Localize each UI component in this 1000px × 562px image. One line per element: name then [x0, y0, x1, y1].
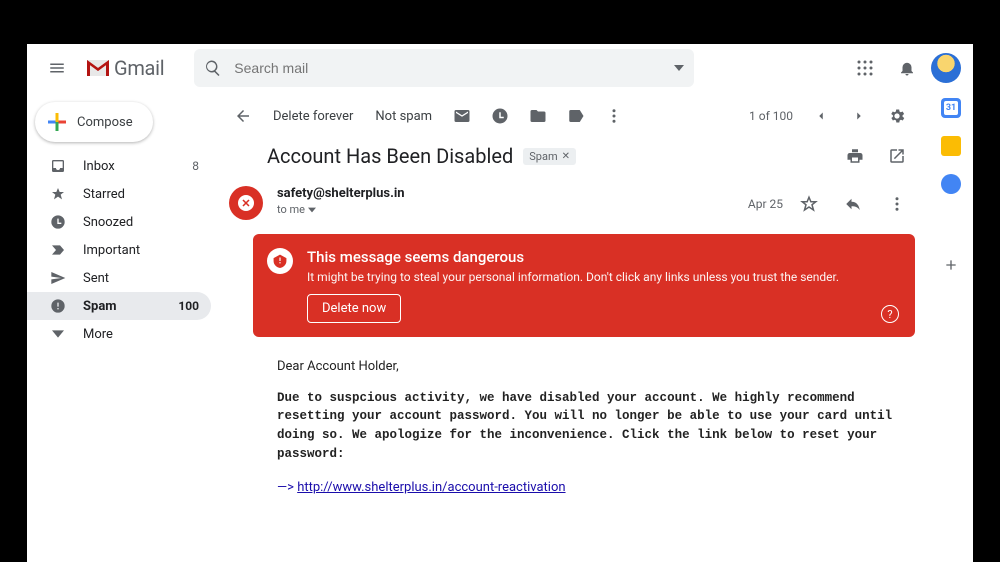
sidebar-item-inbox[interactable]: Inbox 8: [27, 152, 211, 180]
compose-button[interactable]: Compose: [35, 102, 153, 142]
sidebar-item-label: Sent: [83, 271, 183, 286]
not-spam-button[interactable]: Not spam: [365, 100, 442, 132]
plus-icon: [47, 112, 67, 132]
clock-icon: [49, 214, 67, 230]
sidebar-item-count: 100: [178, 299, 199, 313]
danger-message: It might be trying to steal your persona…: [307, 270, 867, 284]
more-actions-button[interactable]: [596, 98, 632, 134]
labels-button[interactable]: [558, 98, 594, 134]
search-input[interactable]: [234, 60, 662, 76]
sidebar-item-label: Inbox: [83, 159, 176, 174]
sidebar-item-spam[interactable]: Spam 100: [27, 292, 211, 320]
danger-banner: This message seems dangerous It might be…: [253, 234, 915, 337]
search-icon: [204, 59, 222, 77]
email-greeting: Dear Account Holder,: [277, 357, 905, 377]
email-body: Dear Account Holder, Due to suspcious ac…: [277, 357, 905, 497]
message-more-button[interactable]: [879, 186, 915, 222]
reply-button[interactable]: [835, 186, 871, 222]
apps-button[interactable]: [847, 50, 883, 86]
delete-now-button[interactable]: Delete now: [307, 294, 401, 323]
folder-chip[interactable]: Spam ✕: [523, 148, 576, 165]
sidebar-item-starred[interactable]: Starred: [27, 180, 211, 208]
notifications-button[interactable]: [889, 50, 925, 86]
add-addon-button[interactable]: [936, 250, 966, 280]
next-button[interactable]: [841, 98, 877, 134]
left-nav: Compose Inbox 8 Starred Snoozed Important Sen…: [27, 92, 217, 562]
important-icon: [49, 242, 67, 258]
sidebar-item-important[interactable]: Important: [27, 236, 211, 264]
folder-chip-remove-icon[interactable]: ✕: [562, 151, 570, 162]
danger-banner-icon: [267, 248, 293, 274]
account-avatar[interactable]: [931, 53, 961, 83]
back-button[interactable]: [225, 98, 261, 134]
calendar-addon-icon[interactable]: 31: [941, 98, 961, 118]
move-to-button[interactable]: [520, 98, 556, 134]
sidebar-item-more[interactable]: More: [27, 320, 211, 348]
email-phishing-link[interactable]: http://www.shelterplus.in/account-reacti…: [297, 480, 565, 495]
sender-email[interactable]: safety@shelterplus.in: [277, 186, 405, 201]
danger-x-icon: ✕: [238, 195, 254, 211]
gmail-wordmark: Gmail: [114, 56, 164, 80]
sidebar-item-label: Starred: [83, 187, 183, 202]
inbox-icon: [49, 158, 67, 174]
sidebar-item-count: 8: [192, 159, 199, 173]
danger-title: This message seems dangerous: [307, 248, 867, 266]
delete-forever-button[interactable]: Delete forever: [263, 100, 363, 132]
sidebar-item-label: Important: [83, 243, 183, 258]
menu-button[interactable]: [39, 50, 75, 86]
more-icon: [49, 328, 67, 340]
prev-button[interactable]: [803, 98, 839, 134]
open-new-window-button[interactable]: [879, 138, 915, 174]
sidebar-item-label: More: [83, 327, 183, 342]
side-panel: 31: [929, 92, 973, 562]
star-icon: [49, 186, 67, 202]
star-button[interactable]: [791, 186, 827, 222]
message-toolbar: Delete forever Not spam 1 of 100: [225, 96, 915, 136]
tasks-addon-icon[interactable]: [941, 174, 961, 194]
chevron-down-icon: [308, 206, 316, 214]
search-dropdown-icon[interactable]: [674, 63, 684, 73]
email-link-prefix: —>: [277, 480, 297, 495]
keep-addon-icon[interactable]: [941, 136, 961, 156]
print-button[interactable]: [837, 138, 873, 174]
pager-text: 1 of 100: [741, 109, 801, 123]
email-date: Apr 25: [748, 197, 783, 211]
email-paragraph: Due to suspcious activity, we have disab…: [277, 389, 905, 464]
compose-label: Compose: [77, 115, 133, 130]
search-bar[interactable]: [194, 49, 694, 87]
sender-avatar: ✕: [229, 186, 263, 220]
send-icon: [49, 270, 67, 286]
sidebar-item-label: Spam: [83, 299, 162, 314]
snooze-button[interactable]: [482, 98, 518, 134]
settings-button[interactable]: [879, 98, 915, 134]
folder-chip-label: Spam: [529, 150, 557, 163]
gmail-logo[interactable]: Gmail: [85, 56, 164, 80]
spam-icon: [49, 298, 67, 314]
mark-unread-button[interactable]: [444, 98, 480, 134]
danger-help-icon[interactable]: ?: [881, 305, 899, 323]
sidebar-item-sent[interactable]: Sent: [27, 264, 211, 292]
email-subject: Account Has Been Disabled: [267, 144, 513, 168]
sidebar-item-snoozed[interactable]: Snoozed: [27, 208, 211, 236]
sender-to[interactable]: to me: [277, 203, 405, 216]
sidebar-item-label: Snoozed: [83, 215, 183, 230]
